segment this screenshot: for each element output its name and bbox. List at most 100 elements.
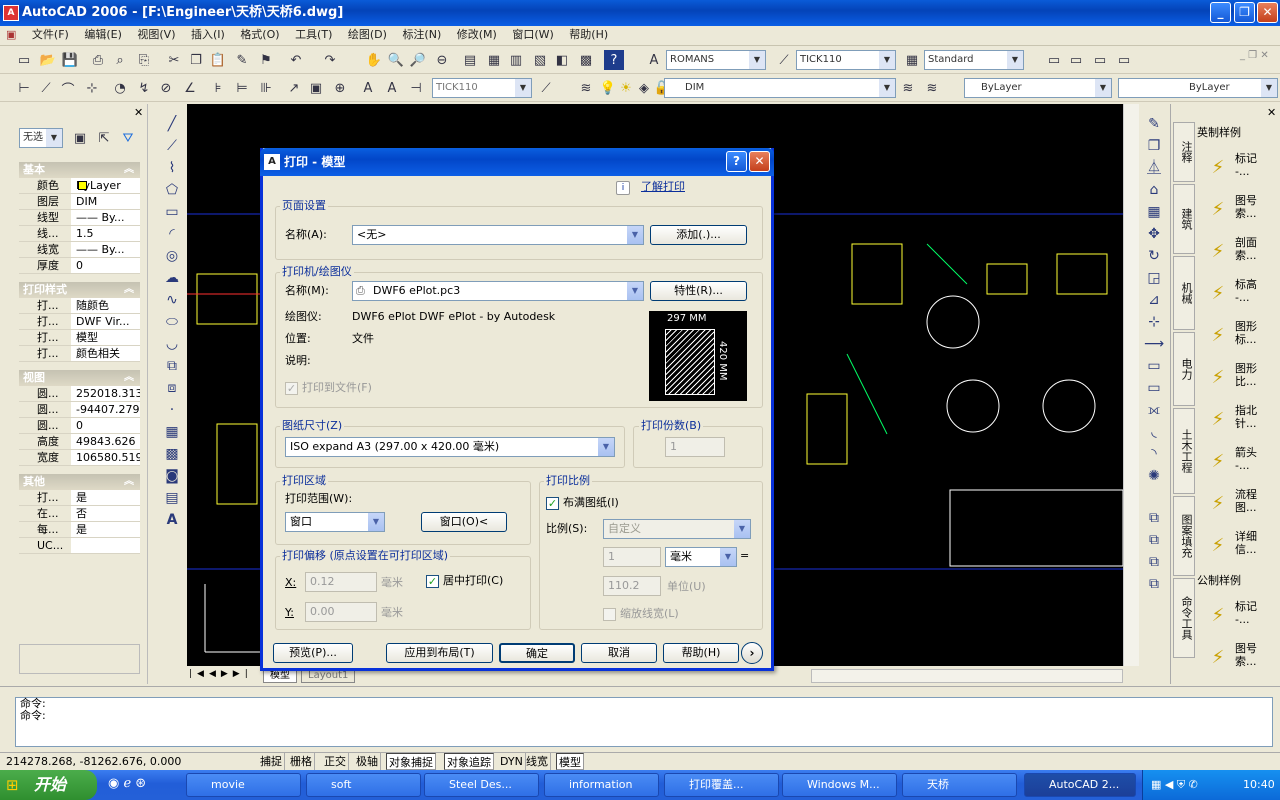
offset-x-input[interactable]: 0.12 — [305, 572, 377, 592]
chamfer-icon[interactable]: ⟗ — [1144, 400, 1164, 420]
line-icon[interactable]: ╱ — [162, 114, 182, 134]
menu-window[interactable]: 窗口(W) — [506, 26, 559, 44]
palette-tool[interactable]: ⚡ 标记 -... — [1201, 150, 1279, 190]
taskbar-item[interactable]: Windows M... — [782, 773, 897, 797]
dimstyle2-select[interactable]: TICK110 — [432, 78, 532, 98]
layout-icon-2[interactable]: ▭ — [1066, 50, 1086, 70]
palette-tab-civil[interactable]: 土木工程 — [1173, 408, 1195, 494]
calculator-icon[interactable]: ▩ — [576, 50, 596, 70]
dim-aligned-icon[interactable]: ⟋ — [36, 78, 56, 98]
help-button[interactable]: 帮助(H) — [663, 643, 739, 663]
draworder-icon-3[interactable]: ⧉ — [1144, 552, 1164, 572]
preview-icon[interactable]: ⌕ — [110, 50, 130, 70]
palette-tool[interactable]: ⚡ 标高 -... — [1201, 276, 1279, 316]
property-row[interactable]: 在... 否 — [19, 506, 140, 522]
property-row[interactable]: 图层 DIM — [19, 194, 140, 210]
move-icon[interactable]: ✥ — [1144, 224, 1164, 244]
menu-edit[interactable]: 编辑(E) — [78, 26, 128, 44]
status-toggle[interactable]: DYN — [498, 753, 526, 770]
layer-freeze-vp-icon[interactable]: ◈ — [634, 78, 654, 98]
plot-range-select[interactable]: 窗口 — [285, 512, 385, 532]
layout-icon-4[interactable]: ▭ — [1114, 50, 1134, 70]
palette-tool[interactable]: ⚡ 图号 索... — [1201, 192, 1279, 232]
offset-icon[interactable]: ⌂ — [1144, 180, 1164, 200]
cancel-button[interactable]: 取消 — [581, 643, 657, 663]
cut-icon[interactable]: ✂ — [164, 50, 184, 70]
taskbar-item[interactable]: AutoCAD 2... — [1024, 773, 1136, 797]
rectangle-icon[interactable]: ▭ — [162, 202, 182, 222]
scale-unit-select[interactable]: 毫米 — [665, 547, 737, 567]
copies-input[interactable]: 1 — [665, 437, 725, 457]
dimstyle-manager-icon[interactable]: ⟋ — [536, 78, 556, 98]
dim-radius-icon[interactable]: ◔ — [110, 78, 130, 98]
dim-arc-icon[interactable]: ⌒ — [58, 78, 78, 98]
status-toggle[interactable]: 模型 — [556, 753, 584, 770]
selection-select[interactable]: 无选 — [19, 128, 63, 148]
erase-icon[interactable]: ✎ — [1144, 114, 1164, 134]
copy-object-icon[interactable]: ❐ — [1144, 136, 1164, 156]
layout-icon-3[interactable]: ▭ — [1090, 50, 1110, 70]
trim-icon[interactable]: ⊹ — [1144, 312, 1164, 332]
tablestyle-icon[interactable]: ▦ — [902, 50, 922, 70]
center-mark-icon[interactable]: ⊕ — [330, 78, 350, 98]
layer-on-icon[interactable]: 💡 — [598, 78, 618, 98]
new-icon[interactable]: ▭ — [14, 50, 34, 70]
point-icon[interactable]: · — [162, 400, 182, 420]
property-row[interactable]: 线宽 —— By... — [19, 242, 140, 258]
menu-insert[interactable]: 插入(I) — [185, 26, 231, 44]
markup-icon[interactable]: ◧ — [552, 50, 572, 70]
dim-update-icon[interactable]: ⊣ — [406, 78, 426, 98]
zoom-previous-icon[interactable]: ⊖ — [432, 50, 452, 70]
autocad-app-icon[interactable]: A — [3, 5, 19, 21]
status-toggle[interactable]: 捕捉 — [258, 753, 285, 770]
status-toggle[interactable]: 正交 — [322, 753, 349, 770]
taskbar-item[interactable]: 天桥 — [902, 773, 1017, 797]
scale-icon[interactable]: ◲ — [1144, 268, 1164, 288]
property-row[interactable]: 圆... 0 — [19, 418, 140, 434]
status-toggle[interactable]: 对象追踪 — [444, 753, 494, 770]
taskbar-item[interactable]: movie — [186, 773, 301, 797]
textstyle-select[interactable]: ROMANS — [666, 50, 766, 70]
status-toggle[interactable]: 极轴 — [354, 753, 381, 770]
draworder-icon-2[interactable]: ⧉ — [1144, 530, 1164, 550]
menu-draw[interactable]: 绘图(D) — [342, 26, 393, 44]
menu-view[interactable]: 视图(V) — [131, 26, 181, 44]
plot-to-file-checkbox[interactable]: ✓ — [285, 382, 298, 395]
close-button[interactable]: ✕ — [1257, 2, 1278, 23]
zoom-window-icon[interactable]: 🔎 — [408, 50, 428, 70]
dim-linear-icon[interactable]: ⊢ — [14, 78, 34, 98]
property-row[interactable]: 打... 模型 — [19, 330, 140, 346]
menu-file[interactable]: 文件(F) — [26, 26, 75, 44]
plotter-properties-button[interactable]: 特性(R)... — [650, 281, 747, 301]
matchprop-icon[interactable]: ✎ — [232, 50, 252, 70]
mtext-icon[interactable]: A — [162, 510, 182, 530]
more-options-arrow-icon[interactable]: › — [741, 642, 763, 664]
palette-tab-command[interactable]: 命令工具 — [1173, 578, 1195, 658]
dimstyle-icon[interactable]: ⟋ — [774, 50, 794, 70]
command-history[interactable]: 命令: 命令: — [15, 697, 1273, 747]
polygon-icon[interactable]: ⬠ — [162, 180, 182, 200]
window-title-bar[interactable]: A AutoCAD 2006 - [F:\Engineer\天桥\天桥6.dwg… — [0, 0, 1280, 26]
minimize-button[interactable]: _ — [1210, 2, 1231, 23]
quick-select-icon[interactable]: ⛛ — [118, 128, 138, 148]
palette-tab-electrical[interactable]: 电力 — [1173, 332, 1195, 406]
center-plot-checkbox[interactable]: ✓ — [426, 575, 439, 588]
redo-icon[interactable]: ↷ — [320, 50, 340, 70]
palette-tool[interactable]: ⚡ 图号 索... — [1201, 640, 1279, 680]
extend-icon[interactable]: ⟶ — [1144, 334, 1164, 354]
coordinates-readout[interactable]: 214278.268, -81262.676, 0.000 — [6, 753, 181, 770]
leader-icon[interactable]: ↗ — [284, 78, 304, 98]
ellipse-arc-icon[interactable]: ◡ — [162, 334, 182, 354]
menu-dimension[interactable]: 标注(N) — [396, 26, 447, 44]
section-basic[interactable]: 基本 — [19, 162, 140, 178]
fillet2-icon[interactable]: ◝ — [1144, 444, 1164, 464]
section-misc[interactable]: 其他 — [19, 474, 140, 490]
layer-freeze-icon[interactable]: ☀ — [616, 78, 636, 98]
property-row[interactable]: 厚度 0 — [19, 258, 140, 274]
tab-nav-arrows-icon[interactable]: |◀◀▶▶| — [189, 669, 253, 679]
doc-window-controls[interactable]: _ ❐ ✕ — [1240, 50, 1269, 61]
canvas-horizontal-scrollbar[interactable] — [811, 669, 1123, 683]
layer-previous-icon[interactable]: ≋ — [922, 78, 942, 98]
open-icon[interactable]: 📂 — [38, 50, 58, 70]
palette-tool[interactable]: ⚡ 图形 标... — [1201, 318, 1279, 358]
